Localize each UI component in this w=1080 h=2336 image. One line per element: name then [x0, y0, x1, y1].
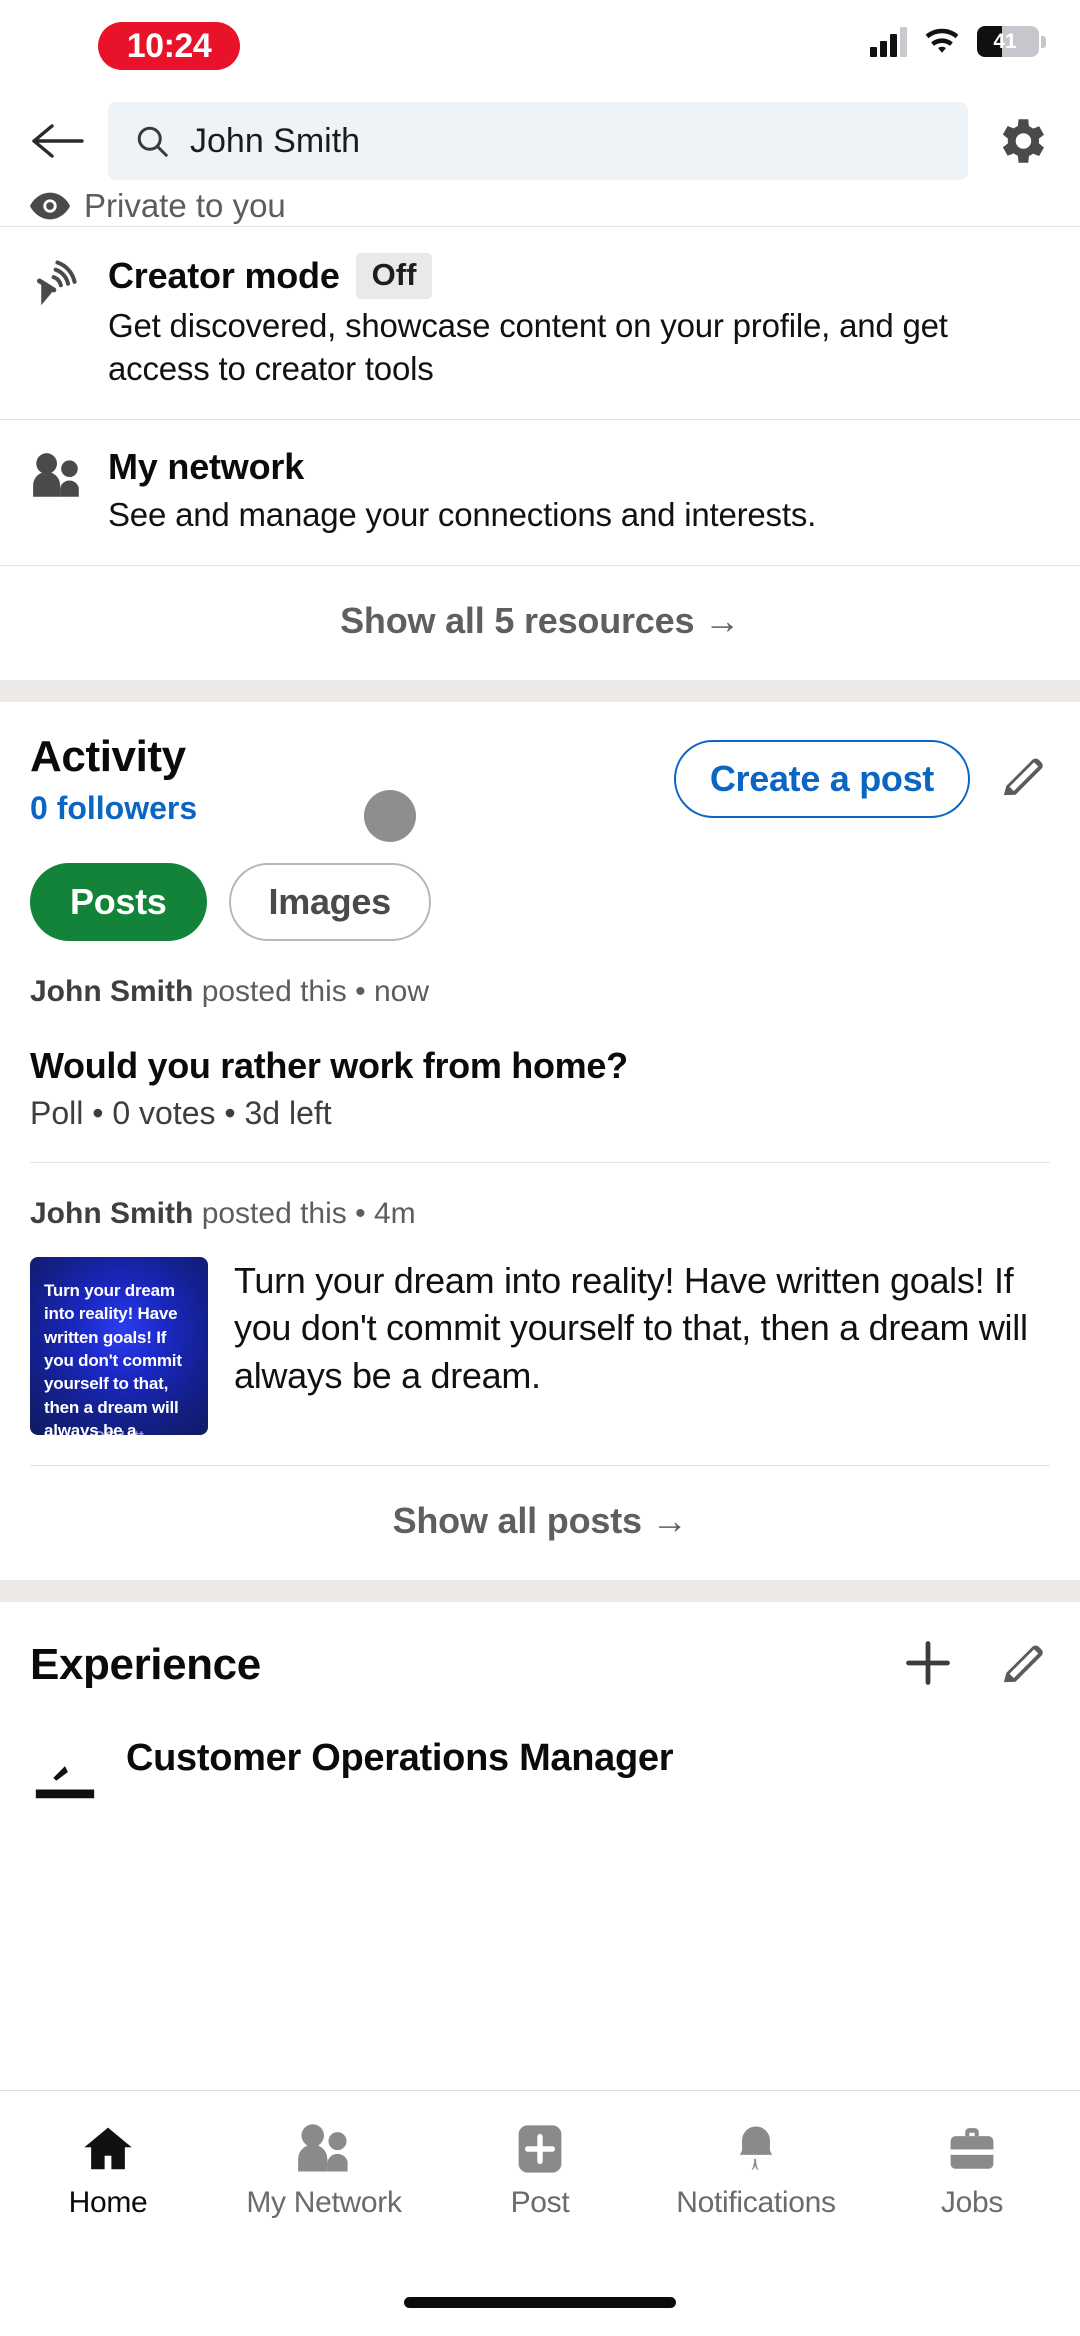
nav-label-home: Home: [68, 2186, 148, 2219]
gear-icon: [1002, 119, 1044, 163]
plus-square-icon: [518, 2125, 562, 2173]
briefcase-icon: [950, 2128, 994, 2169]
show-all-posts-label: Show all posts: [392, 1499, 642, 1541]
resource-title: Creator mode: [108, 255, 340, 296]
private-to-you-label: Private to you: [84, 190, 286, 224]
post-meta: John Smith posted this • now: [30, 975, 1050, 1009]
arrow-right-icon: →: [651, 1499, 688, 1541]
settings-button[interactable]: [986, 106, 1056, 176]
add-experience-button[interactable]: [902, 1637, 954, 1694]
section-separator: [0, 1579, 1080, 1602]
show-all-posts-button[interactable]: Show all posts →: [30, 1466, 1050, 1580]
show-all-resources-label: Show all 5 resources: [340, 599, 695, 641]
search-input[interactable]: John Smith: [108, 102, 968, 180]
post-author: John Smith: [30, 974, 194, 1008]
post-poll-summary: Poll • 0 votes • 3d left: [30, 1094, 332, 1131]
search-query-text: John Smith: [190, 121, 361, 160]
status-bar: 10:24 41: [0, 0, 1080, 92]
status-icons: 41: [870, 26, 1046, 57]
section-separator: [0, 679, 1080, 702]
nav-label-my-network: My Network: [246, 2186, 402, 2219]
home-indicator: [404, 2297, 676, 2308]
resource-item-my-network[interactable]: My network See and manage your connectio…: [0, 420, 1080, 565]
bell-icon: [738, 2126, 774, 2171]
touch-cursor-indicator: [364, 789, 416, 842]
experience-heading: Experience: [30, 1640, 261, 1690]
edit-experience-button[interactable]: [996, 1636, 1050, 1695]
creator-mode-status-badge: Off: [355, 253, 433, 299]
post-thumbnail-footer: DG Litt: [30, 1428, 208, 1435]
nav-item-my-network[interactable]: My Network: [216, 2122, 432, 2220]
activity-post-item[interactable]: John Smith posted this • 4m Turn your dr…: [30, 1163, 1050, 1465]
followers-link[interactable]: 0 followers: [30, 790, 674, 827]
home-icon: [84, 2127, 132, 2170]
post-action: posted this: [201, 1196, 347, 1230]
resource-title: My network: [108, 445, 305, 487]
nav-item-post[interactable]: Post: [432, 2122, 648, 2220]
search-icon: [137, 126, 168, 157]
post-dot: •: [355, 974, 366, 1008]
battery-level-text: 41: [993, 29, 1017, 53]
nav-item-notifications[interactable]: Notifications: [648, 2122, 864, 2220]
create-post-button[interactable]: Create a post: [673, 739, 970, 818]
back-button[interactable]: [28, 110, 90, 172]
resource-description: Get discovered, showcase content on your…: [108, 307, 948, 387]
activity-card: Activity 0 followers Create a post Posts: [0, 701, 1080, 1580]
post-action: posted this: [201, 974, 347, 1008]
back-arrow-icon: [32, 124, 84, 158]
people-icon: [298, 2124, 348, 2172]
linkedin-profile-screen: 10:24 41 John Smith Private to you Creat…: [0, 0, 1080, 2336]
edit-activity-button[interactable]: [996, 749, 1050, 808]
private-to-you-row: Private to you: [0, 190, 1080, 226]
battery-icon: 41: [977, 26, 1046, 57]
experience-item[interactable]: Customer Operations Manager: [30, 1737, 1050, 1807]
recording-time-pill: 10:24: [98, 22, 240, 70]
pencil-icon: [1003, 758, 1043, 796]
nav-item-jobs[interactable]: Jobs: [864, 2122, 1080, 2220]
post-thumbnail[interactable]: Turn your dream into reality! Have writt…: [30, 1256, 208, 1435]
nav-label-jobs: Jobs: [940, 2186, 1004, 2219]
company-logo: [30, 1737, 100, 1807]
eye-icon: [30, 192, 70, 220]
cellular-signal-icon: [870, 26, 907, 57]
post-title: Would you rather work from home?: [30, 1044, 628, 1086]
experience-card: Experience Customer Operations Manager: [0, 1601, 1080, 1807]
post-meta: John Smith posted this • 4m: [30, 1197, 1050, 1231]
nav-item-home[interactable]: Home: [0, 2122, 216, 2220]
activity-post-item[interactable]: John Smith posted this • now Would you r…: [30, 941, 1050, 1162]
post-timestamp: 4m: [373, 1196, 416, 1230]
nav-label-notifications: Notifications: [676, 2186, 836, 2219]
resource-item-creator-mode[interactable]: Creator mode Off Get discovered, showcas…: [0, 227, 1080, 419]
post-thumbnail-text: Turn your dream into reality! Have writt…: [44, 1280, 182, 1435]
show-all-resources-button[interactable]: Show all 5 resources →: [0, 566, 1080, 680]
activity-heading: Activity: [30, 731, 186, 781]
activity-filter-pills: Posts Images: [30, 862, 1050, 941]
wifi-icon: [923, 27, 961, 57]
arrow-right-icon: →: [704, 599, 740, 641]
post-timestamp: now: [373, 974, 430, 1008]
post-body-text: Turn your dream into reality! Have writt…: [234, 1259, 1028, 1396]
experience-role: Customer Operations Manager: [126, 1736, 674, 1779]
post-dot: •: [355, 1196, 366, 1230]
plus-icon: [906, 1640, 950, 1685]
profile-scroll-content[interactable]: Private to you Creator mode Off Get disc…: [0, 190, 1080, 2090]
filter-pill-posts[interactable]: Posts: [30, 862, 207, 941]
bottom-navigation-bar: Home My Network Post Notifications Jobs: [0, 2090, 1080, 2336]
people-icon: [30, 446, 86, 537]
resources-card: Private to you Creator mode Off Get disc…: [0, 190, 1080, 680]
nav-label-post: Post: [510, 2186, 570, 2219]
post-author: John Smith: [30, 1196, 194, 1230]
top-app-bar: John Smith: [0, 92, 1080, 190]
pencil-icon: [1003, 1645, 1043, 1682]
filter-pill-images[interactable]: Images: [228, 862, 431, 941]
broadcast-icon: [30, 253, 86, 391]
resource-description: See and manage your connections and inte…: [108, 495, 817, 533]
